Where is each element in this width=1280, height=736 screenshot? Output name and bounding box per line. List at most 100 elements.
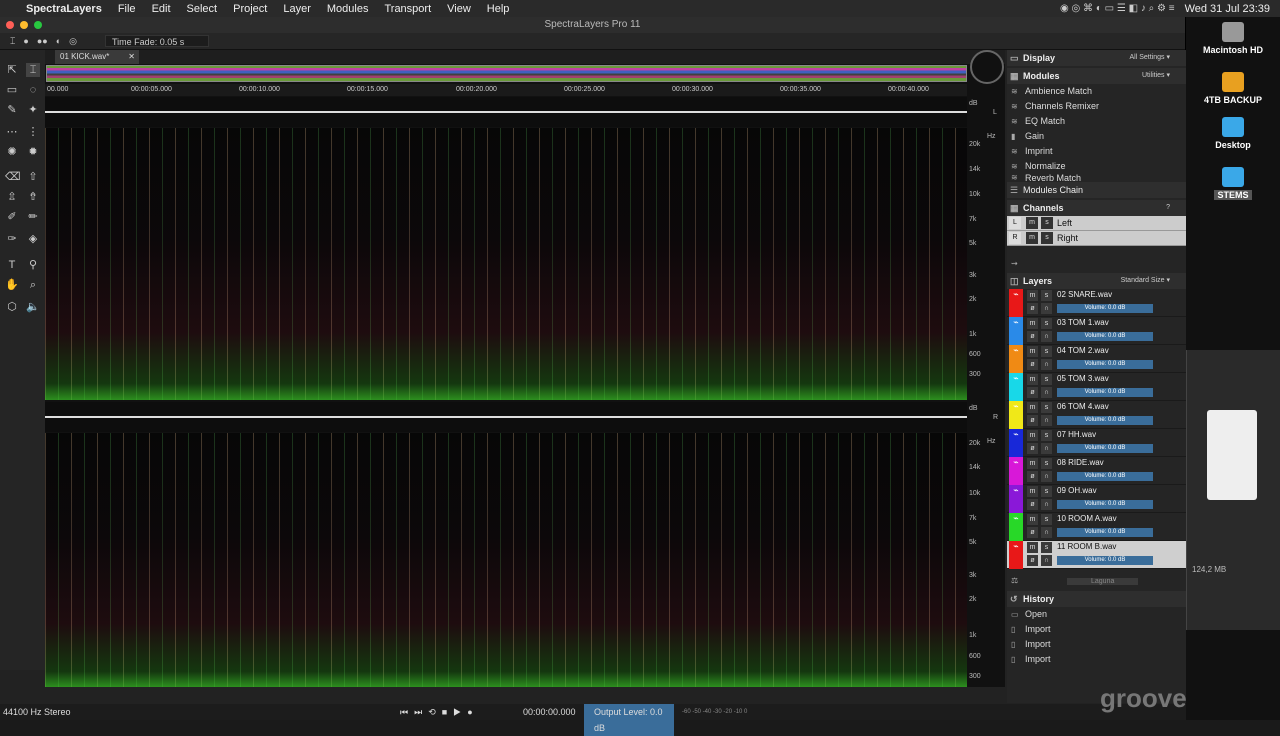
history-item[interactable]: ▯ Import	[1007, 622, 1186, 637]
layer-color-swatch[interactable]: ⌁	[1009, 345, 1023, 373]
layer-volume[interactable]: Volume: 0.0 dB	[1057, 444, 1153, 453]
headphones-button[interactable]: ∩	[1041, 331, 1052, 342]
layer-row[interactable]: ⌁ m s ø ∩ 11 ROOM B.wav Volume: 0.0 dB	[1007, 541, 1186, 569]
output-level[interactable]: Output Level: 0.0 dB	[584, 704, 674, 736]
layer-volume[interactable]: Volume: 0.0 dB	[1057, 472, 1153, 481]
layer-row[interactable]: ⌁ m s ø ∩ 03 TOM 1.wav Volume: 0.0 dB	[1007, 317, 1186, 345]
modules-header[interactable]: ▦ Modules Utilities ▾	[1007, 68, 1186, 84]
layer-color-swatch[interactable]: ⌁	[1009, 401, 1023, 429]
mute-button[interactable]: m	[1026, 217, 1038, 229]
solo-button[interactable]: s	[1041, 402, 1052, 413]
time-select-tool-icon[interactable]: ⌶	[26, 63, 40, 77]
mute-button[interactable]: m	[1026, 232, 1038, 244]
solo-button[interactable]: s	[1041, 318, 1052, 329]
mode-ring-icon[interactable]: ◎	[69, 36, 77, 47]
solo-button[interactable]: s	[1041, 542, 1052, 553]
layer-color-swatch[interactable]: ⌁	[1009, 513, 1023, 541]
layer-color-swatch[interactable]: ⌁	[1009, 485, 1023, 513]
status-icons[interactable]: ◉ ◎ ⌘ ◐ ▭ ☰ ◧ ♪ ⌕ ⚙ ≡	[1060, 3, 1175, 14]
menu-view[interactable]: View	[447, 3, 471, 15]
close-window-button[interactable]	[6, 21, 14, 29]
channels-header[interactable]: ▦ Channels?	[1007, 200, 1186, 216]
desktop-item[interactable]: Desktop	[1186, 117, 1280, 150]
layer-row[interactable]: ⌁ m s ø ∩ 04 TOM 2.wav Volume: 0.0 dB	[1007, 345, 1186, 373]
zoom-icon[interactable]: ⌕	[26, 278, 40, 292]
pen-icon[interactable]: ✐	[5, 210, 19, 224]
mute-button[interactable]: m	[1027, 542, 1038, 553]
headphones-button[interactable]: ∩	[1041, 387, 1052, 398]
layer-color-swatch[interactable]: ⌁	[1009, 429, 1023, 457]
module-item[interactable]: ▮ Gain	[1007, 129, 1186, 144]
layer-row[interactable]: ⌁ m s ø ∩ 07 HH.wav Volume: 0.0 dB	[1007, 429, 1186, 457]
layer-row[interactable]: ⌁ m s ø ∩ 08 RIDE.wav Volume: 0.0 dB	[1007, 457, 1186, 485]
layer-volume[interactable]: Volume: 0.0 dB	[1057, 528, 1153, 537]
desktop-item[interactable]: STEMS	[1186, 167, 1280, 200]
layer-row[interactable]: ⌁ m s ø ∩ 09 OH.wav Volume: 0.0 dB	[1007, 485, 1186, 513]
mute-button[interactable]: m	[1027, 290, 1038, 301]
layer-volume[interactable]: Volume: 0.0 dB	[1057, 416, 1153, 425]
headphones-button[interactable]: ∩	[1041, 443, 1052, 454]
layer-row[interactable]: ⌁ m s ø ∩ 02 SNARE.wav Volume: 0.0 dB	[1007, 289, 1186, 317]
headphones-button[interactable]: ∩	[1041, 303, 1052, 314]
solo-button[interactable]: s	[1041, 486, 1052, 497]
module-item[interactable]: ≋ Normalize	[1007, 159, 1186, 174]
module-item[interactable]: ≋ Reverb Match	[1007, 174, 1186, 182]
menu-transport[interactable]: Transport	[384, 3, 431, 15]
menu-select[interactable]: Select	[187, 3, 218, 15]
solo-button[interactable]: s	[1041, 217, 1053, 229]
waveform-right[interactable]	[45, 402, 967, 432]
spectrogram-right[interactable]	[45, 433, 967, 687]
eraser-icon[interactable]: ⌫	[5, 170, 21, 184]
stamp-icon[interactable]: ⇧	[26, 170, 40, 184]
desktop-item[interactable]: 4TB BACKUP	[1186, 72, 1280, 105]
headphones-button[interactable]: ∩	[1041, 499, 1052, 510]
solo-button[interactable]: s	[1041, 346, 1052, 357]
mode-dot-icon[interactable]: ●	[23, 36, 28, 46]
mute-button[interactable]: m	[1027, 318, 1038, 329]
layer-color-swatch[interactable]: ⌁	[1009, 289, 1023, 317]
fill-icon[interactable]: ◈	[26, 232, 40, 246]
solo-button[interactable]: s	[1041, 374, 1052, 385]
menu-help[interactable]: Help	[487, 3, 510, 15]
rect-select-icon[interactable]: ▭	[5, 83, 19, 97]
display-header[interactable]: ▭ Display All Settings ▾	[1007, 50, 1186, 66]
layer-volume[interactable]: Volume: 0.0 dB	[1057, 332, 1153, 341]
phase-button[interactable]: ø	[1027, 555, 1038, 566]
mute-button[interactable]: m	[1027, 514, 1038, 525]
layer-color-swatch[interactable]: ⌁	[1009, 317, 1023, 345]
overview-strip[interactable]	[46, 65, 967, 82]
menu-edit[interactable]: Edit	[152, 3, 171, 15]
brush-select-icon[interactable]: ✎	[5, 103, 19, 117]
module-item[interactable]: ≋ Imprint	[1007, 144, 1186, 159]
channel-row-right[interactable]: Rm s Right	[1007, 231, 1186, 246]
minimize-window-button[interactable]	[20, 21, 28, 29]
close-tab-icon[interactable]: ✕	[128, 50, 135, 64]
headphones-button[interactable]: ∩	[1041, 359, 1052, 370]
app-menu[interactable]: SpectraLayers	[26, 3, 102, 15]
phase-button[interactable]: ø	[1027, 387, 1038, 398]
phase-button[interactable]: ø	[1027, 471, 1038, 482]
frequency-select-icon[interactable]: ⋮	[26, 125, 40, 139]
channel-row-left[interactable]: Lm s Left	[1007, 216, 1186, 231]
transport-controls[interactable]: ⏮⏭⟲■▶●	[400, 704, 479, 720]
text-tool-icon[interactable]: T	[5, 258, 19, 272]
module-item[interactable]: ≋ EQ Match	[1007, 114, 1186, 129]
history-item[interactable]: ▯ Import	[1007, 637, 1186, 652]
menu-project[interactable]: Project	[233, 3, 267, 15]
spectrogram-left[interactable]	[45, 128, 967, 400]
headphones-button[interactable]: ∩	[1041, 471, 1052, 482]
module-item[interactable]: ≋ Channels Remixer	[1007, 99, 1186, 114]
time-ruler[interactable]: 00.000 00:00:05.000 00:00:10.000 00:00:1…	[45, 84, 967, 96]
headphones-button[interactable]: ∩	[1041, 415, 1052, 426]
menu-layer[interactable]: Layer	[283, 3, 311, 15]
sparkle-icon[interactable]: ✹	[26, 145, 40, 159]
layer-color-swatch[interactable]: ⌁	[1009, 373, 1023, 401]
history-item[interactable]: ▯ Import	[1007, 652, 1186, 667]
route-icon[interactable]: ⇝	[1011, 256, 1018, 271]
solo-button[interactable]: s	[1041, 290, 1052, 301]
mute-button[interactable]: m	[1027, 346, 1038, 357]
layer-volume[interactable]: Volume: 0.0 dB	[1057, 500, 1153, 509]
headphones-button[interactable]: ∩	[1041, 527, 1052, 538]
view-dial-icon[interactable]	[970, 50, 1004, 84]
all-settings-dropdown[interactable]: All Settings ▾	[1130, 50, 1170, 66]
